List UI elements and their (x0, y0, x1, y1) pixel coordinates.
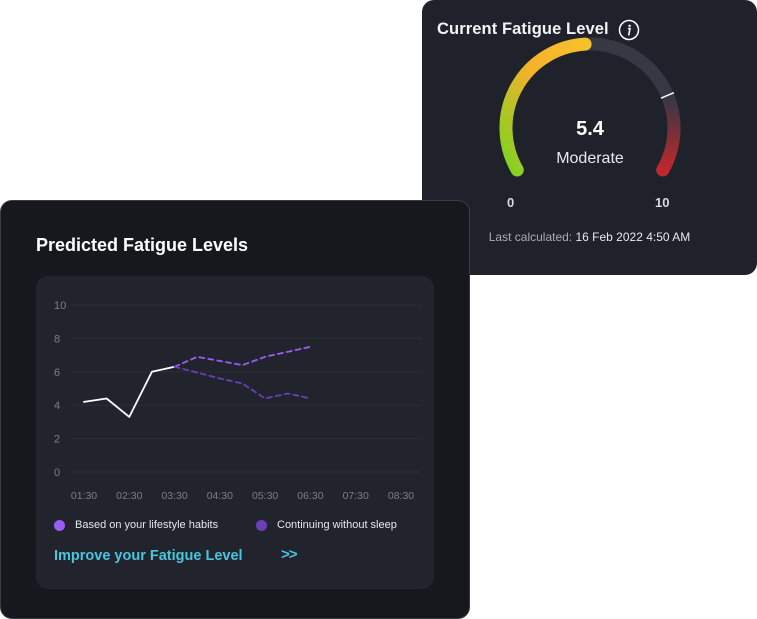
gauge-high-zone (656, 92, 681, 177)
series-line-1 (173, 345, 312, 368)
gauge-min-label: 0 (507, 195, 515, 210)
x-tick-label: 03:30 (161, 490, 187, 502)
legend-item-lifestyle: Based on your lifestyle habits (54, 518, 218, 532)
legend-dot-no-sleep (256, 519, 267, 531)
x-tick-label: 08:30 (388, 490, 414, 502)
x-tick-label: 01:30 (71, 490, 97, 502)
last-calculated: Last calculated: 16 Feb 2022 4:50 AM (422, 230, 757, 244)
y-tick-label: 10 (54, 300, 66, 312)
y-tick-label: 8 (54, 333, 60, 345)
x-tick-label: 06:30 (297, 490, 323, 502)
gauge-value: 5.4 (576, 118, 604, 140)
predicted-title: Predicted Fatigue Levels (36, 235, 249, 255)
gauge-status: Moderate (556, 150, 624, 167)
x-tick-label: 07:30 (343, 490, 369, 502)
x-tick-label: 05:30 (252, 490, 278, 502)
legend-item-no-sleep: Continuing without sleep (256, 518, 397, 532)
current-fatigue-card: Current Fatigue Level 5.4 Moderate 0 10 … (422, 0, 757, 275)
chevrons-right-icon[interactable]: >> (281, 546, 298, 563)
gauge-max-label: 10 (655, 195, 670, 210)
predicted-fatigue-card: Predicted Fatigue Levels 10 8 6 4 2 0 01:30 02:… (0, 200, 470, 619)
fatigue-line-chart: 10 8 6 4 2 0 01:30 02:30 03:30 04:30 05:30 06:30 07:… (54, 300, 421, 502)
y-tick-label: 0 (54, 467, 60, 479)
chart-panel: 10 8 6 4 2 0 01:30 02:30 03:30 04:30 05:30 06:30 07:… (36, 276, 434, 589)
legend-label-lifestyle: Based on your lifestyle habits (75, 519, 219, 531)
improve-fatigue-link[interactable]: Improve your Fatigue Level (54, 548, 243, 564)
legend-dot-lifestyle (54, 519, 65, 531)
y-tick-label: 2 (54, 434, 60, 446)
y-tick-label: 6 (54, 367, 60, 379)
y-tick-label: 4 (54, 400, 60, 412)
x-tick-label: 02:30 (116, 490, 142, 502)
x-tick-label: 04:30 (207, 490, 233, 502)
series-line-0 (83, 365, 176, 418)
last-calculated-label: Last calculated: (488, 230, 573, 244)
legend-label-no-sleep: Continuing without sleep (277, 519, 397, 531)
last-calculated-value: 16 Feb 2022 4:50 AM (575, 230, 691, 244)
